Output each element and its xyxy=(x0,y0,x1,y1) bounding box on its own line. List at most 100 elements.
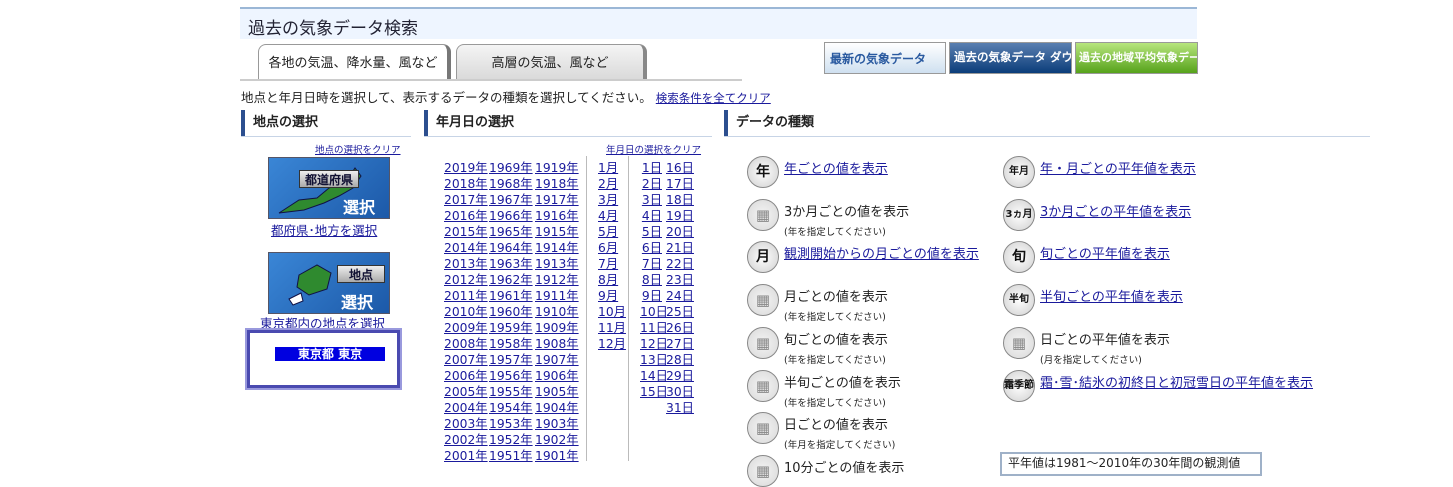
year-link[interactable]: 1912年 xyxy=(535,273,579,287)
month-link[interactable]: 11月 xyxy=(598,321,626,335)
day-link[interactable]: 8日 xyxy=(642,273,662,287)
year-link[interactable]: 1910年 xyxy=(535,305,579,319)
day-link[interactable]: 28日 xyxy=(666,353,694,367)
data-type-label[interactable]: 年ごとの値を表示 xyxy=(784,162,888,177)
year-link[interactable]: 1917年 xyxy=(535,193,579,207)
data-type-label[interactable]: 霜･雪･結氷の初終日と初冠雪日の平年値を表示 xyxy=(1040,376,1313,391)
day-link[interactable]: 1日 xyxy=(642,161,662,175)
year-link[interactable]: 2016年 xyxy=(444,209,488,223)
data-type-item[interactable]: 霜･雪･結氷の初終日と初冠雪日の平年値を表示 xyxy=(1040,372,1313,391)
prefecture-select-button[interactable]: 都道府県 選択 xyxy=(268,157,390,219)
year-link[interactable]: 2003年 xyxy=(444,417,488,431)
year-link[interactable]: 1911年 xyxy=(535,289,579,303)
year-link[interactable]: 1963年 xyxy=(489,257,533,271)
data-type-item[interactable]: 3か月ごとの平年値を表示 xyxy=(1040,201,1191,220)
year-link[interactable]: 1965年 xyxy=(489,225,533,239)
year-link[interactable]: 1962年 xyxy=(489,273,533,287)
prefecture-link[interactable]: 都府県･地方を選択 xyxy=(271,220,377,239)
day-link[interactable]: 29日 xyxy=(666,369,694,383)
day-link[interactable]: 10日 xyxy=(640,305,668,319)
data-type-item[interactable]: 年・月ごとの平年値を表示 xyxy=(1040,158,1196,177)
year-link[interactable]: 1958年 xyxy=(489,337,533,351)
year-link[interactable]: 2011年 xyxy=(444,289,488,303)
year-link[interactable]: 2007年 xyxy=(444,353,488,367)
month-link[interactable]: 2月 xyxy=(598,177,618,191)
year-link[interactable]: 2002年 xyxy=(444,433,488,447)
latest-data-banner[interactable]: 最新の気象データ xyxy=(824,42,946,74)
day-link[interactable]: 13日 xyxy=(640,353,668,367)
year-link[interactable]: 1953年 xyxy=(489,417,533,431)
day-link[interactable]: 6日 xyxy=(642,241,662,255)
clear-all-link[interactable]: 検索条件を全てクリア xyxy=(656,91,771,105)
year-link[interactable]: 1913年 xyxy=(535,257,579,271)
download-banner[interactable]: 過去の気象データ ダウンロード xyxy=(949,42,1072,74)
year-link[interactable]: 1902年 xyxy=(535,433,579,447)
year-link[interactable]: 2017年 xyxy=(444,193,488,207)
data-type-item[interactable]: 半旬ごとの平年値を表示 xyxy=(1040,286,1183,305)
year-link[interactable]: 2006年 xyxy=(444,369,488,383)
day-link[interactable]: 14日 xyxy=(640,369,668,383)
year-link[interactable]: 1966年 xyxy=(489,209,533,223)
year-link[interactable]: 2014年 xyxy=(444,241,488,255)
year-link[interactable]: 1906年 xyxy=(535,369,579,383)
year-link[interactable]: 1961年 xyxy=(489,289,533,303)
year-link[interactable]: 2015年 xyxy=(444,225,488,239)
day-link[interactable]: 17日 xyxy=(666,177,694,191)
data-type-label[interactable]: 年・月ごとの平年値を表示 xyxy=(1040,162,1196,177)
day-link[interactable]: 27日 xyxy=(666,337,694,351)
month-link[interactable]: 5月 xyxy=(598,225,618,239)
year-link[interactable]: 2010年 xyxy=(444,305,488,319)
day-link[interactable]: 23日 xyxy=(666,273,694,287)
year-link[interactable]: 2018年 xyxy=(444,177,488,191)
day-link[interactable]: 24日 xyxy=(666,289,694,303)
year-link[interactable]: 1916年 xyxy=(535,209,579,223)
year-link[interactable]: 2009年 xyxy=(444,321,488,335)
day-link[interactable]: 20日 xyxy=(666,225,694,239)
year-link[interactable]: 1957年 xyxy=(489,353,533,367)
year-link[interactable]: 1964年 xyxy=(489,241,533,255)
month-link[interactable]: 3月 xyxy=(598,193,618,207)
year-link[interactable]: 1907年 xyxy=(535,353,579,367)
year-link[interactable]: 1918年 xyxy=(535,177,579,191)
month-link[interactable]: 1月 xyxy=(598,161,618,175)
year-link[interactable]: 1914年 xyxy=(535,241,579,255)
day-link[interactable]: 16日 xyxy=(666,161,694,175)
month-link[interactable]: 7月 xyxy=(598,257,618,271)
month-link[interactable]: 12月 xyxy=(598,337,626,351)
month-link[interactable]: 9月 xyxy=(598,289,618,303)
year-link[interactable]: 1967年 xyxy=(489,193,533,207)
data-type-label[interactable]: 3か月ごとの平年値を表示 xyxy=(1040,205,1191,220)
data-type-label[interactable]: 観測開始からの月ごとの値を表示 xyxy=(784,247,979,262)
year-link[interactable]: 2019年 xyxy=(444,161,488,175)
year-link[interactable]: 1955年 xyxy=(489,385,533,399)
year-link[interactable]: 1908年 xyxy=(535,337,579,351)
data-type-label[interactable]: 半旬ごとの平年値を表示 xyxy=(1040,290,1183,305)
year-link[interactable]: 1905年 xyxy=(535,385,579,399)
month-link[interactable]: 8月 xyxy=(598,273,618,287)
day-link[interactable]: 12日 xyxy=(640,337,668,351)
day-link[interactable]: 25日 xyxy=(666,305,694,319)
date-clear-link[interactable]: 年月日の選択をクリア xyxy=(606,142,701,156)
year-link[interactable]: 1904年 xyxy=(535,401,579,415)
day-link[interactable]: 18日 xyxy=(666,193,694,207)
tab-upper-air[interactable]: 高層の気温、風など xyxy=(456,44,647,80)
day-link[interactable]: 15日 xyxy=(640,385,668,399)
year-link[interactable]: 1919年 xyxy=(535,161,579,175)
station-clear-link[interactable]: 地点の選択をクリア xyxy=(315,142,401,156)
regional-average-banner[interactable]: 過去の地域平均気象データ 検索 xyxy=(1075,42,1198,74)
year-link[interactable]: 1956年 xyxy=(489,369,533,383)
year-link[interactable]: 1952年 xyxy=(489,433,533,447)
year-link[interactable]: 1960年 xyxy=(489,305,533,319)
year-link[interactable]: 1959年 xyxy=(489,321,533,335)
day-link[interactable]: 11日 xyxy=(640,321,668,335)
year-link[interactable]: 1909年 xyxy=(535,321,579,335)
year-link[interactable]: 2012年 xyxy=(444,273,488,287)
year-link[interactable]: 2008年 xyxy=(444,337,488,351)
day-link[interactable]: 19日 xyxy=(666,209,694,223)
month-link[interactable]: 10月 xyxy=(598,305,626,319)
year-link[interactable]: 1915年 xyxy=(535,225,579,239)
day-link[interactable]: 22日 xyxy=(666,257,694,271)
data-type-item[interactable]: 旬ごとの平年値を表示 xyxy=(1040,243,1170,262)
day-link[interactable]: 2日 xyxy=(642,177,662,191)
year-link[interactable]: 2005年 xyxy=(444,385,488,399)
